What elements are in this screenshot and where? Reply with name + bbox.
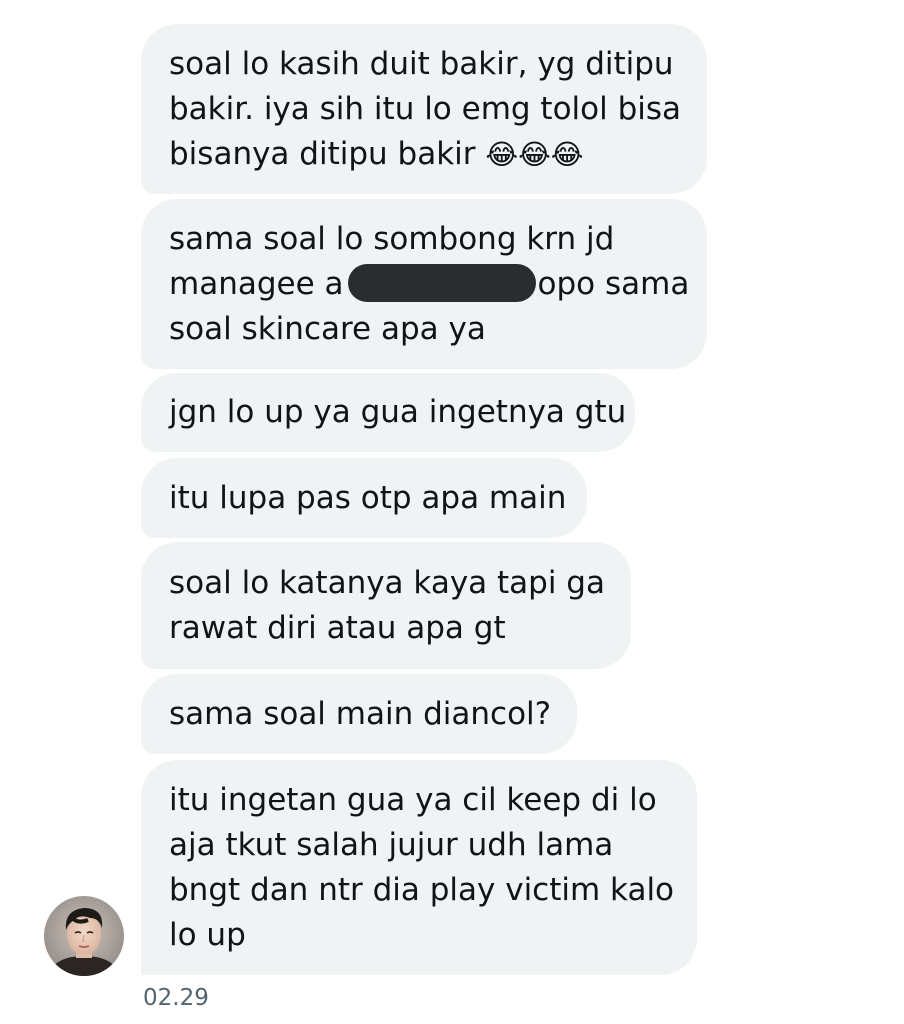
message-text: soal lo katanya kaya tapi ga	[169, 564, 605, 601]
message-text: itu lupa pas otp apa main	[169, 479, 567, 516]
message-text: opo sama	[537, 265, 690, 302]
message-bubble[interactable]: itu lupa pas otp apa main	[141, 458, 587, 538]
message-bubble[interactable]: sama soal main diancol?	[141, 674, 577, 754]
message-text-line: managee a opo sama	[169, 262, 689, 307]
laughing-emoji: 😂😂😂	[485, 137, 584, 171]
message-text: lo up	[169, 916, 246, 953]
message-bubble[interactable]: sama soal lo sombong krn jd managee a opo…	[141, 199, 707, 369]
message-timestamp: 02.29	[143, 985, 209, 1011]
message-text: sama soal main diancol?	[169, 695, 552, 732]
message-bubble[interactable]: soal lo katanya kaya tapi ga rawat diri …	[141, 542, 631, 669]
avatar-photo	[44, 896, 124, 976]
sender-avatar[interactable]	[44, 896, 124, 976]
message-text: rawat diri atau apa gt	[169, 609, 506, 646]
message-text: itu ingetan gua ya cil keep di lo	[169, 781, 657, 818]
message-text: bisanya ditipu bakir	[169, 135, 476, 172]
message-bubble[interactable]: soal lo kasih duit bakir, yg ditipu baki…	[141, 24, 707, 194]
redaction-bar	[347, 263, 536, 302]
message-text: bakir. iya sih itu lo emg tolol bisa	[169, 90, 682, 127]
message-text: soal lo kasih duit bakir, yg ditipu	[169, 45, 674, 82]
message-bubble[interactable]: jgn lo up ya gua ingetnya gtu	[141, 373, 635, 452]
message-text: soal skincare apa ya	[169, 310, 486, 347]
message-text: aja tkut salah jujur udh lama	[169, 826, 614, 863]
message-text: jgn lo up ya gua ingetnya gtu	[169, 394, 627, 430]
message-text: bngt dan ntr dia play victim kalo	[169, 871, 675, 908]
message-bubble[interactable]: itu ingetan gua ya cil keep di lo aja tk…	[141, 760, 697, 975]
message-text: sama soal lo sombong krn jd	[169, 220, 615, 257]
message-text: managee a	[169, 265, 344, 302]
message-text-line: bisanya ditipu bakir 😂😂😂	[169, 132, 679, 177]
